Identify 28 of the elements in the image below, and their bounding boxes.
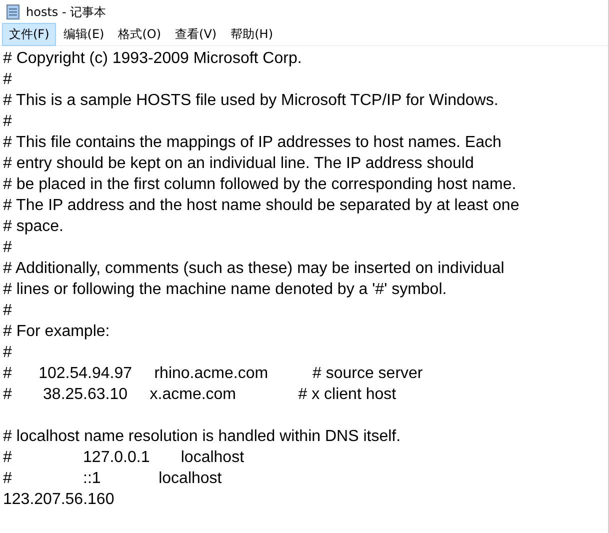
menu-item[interactable]: 编辑(E) [56, 23, 112, 46]
text-line: # 38.25.63.10 x.acme.com # x client host [3, 385, 398, 405]
text-line: # This is a sample HOSTS file used by Microsoft TCP/IP for Windows. [3, 91, 500, 111]
menu-item[interactable]: 帮助(H) [224, 23, 280, 46]
text-line: # lines or following the machine name denoted by a '#' symbol. [3, 280, 448, 300]
text-line: # [3, 343, 13, 363]
text-line: # For example: [3, 322, 111, 342]
text-line: # entry should be kept on an individual line. The IP address should [3, 154, 475, 174]
text-line: # Additionally, comments (such as these) may be inserted on individual [3, 259, 506, 279]
text-line: # be placed in the first column followed by the corresponding host name. [3, 175, 518, 195]
menu-item[interactable]: 文件(F) [2, 23, 56, 46]
menu-item[interactable]: 格式(O) [111, 23, 168, 46]
text-line: # This file contains the mappings of IP addresses to host names. Each [3, 133, 502, 153]
text-line: # The IP address and the host name should be separated by at least one [3, 196, 520, 216]
text-line: # [3, 238, 13, 258]
text-line: # ::1 localhost [3, 469, 223, 489]
text-line: # localhost name resolution is handled within DNS itself. [3, 427, 402, 447]
menu-item[interactable]: 查看(V) [168, 23, 224, 46]
text-line: # space. [3, 217, 64, 237]
text-line: # Copyright (c) 1993-2009 Microsoft Corp. [3, 49, 303, 69]
text-line: # [3, 70, 13, 90]
text-line: # [3, 112, 13, 132]
text-line: # [3, 301, 13, 321]
text-line: # 102.54.94.97 rhino.acme.com # source server [3, 364, 424, 384]
notepad-icon [6, 4, 20, 20]
text-line: 123.207.56.160 [3, 490, 116, 510]
text-line: # 127.0.0.1 localhost [3, 448, 246, 468]
window-title: hosts - 记事本 [26, 4, 106, 20]
